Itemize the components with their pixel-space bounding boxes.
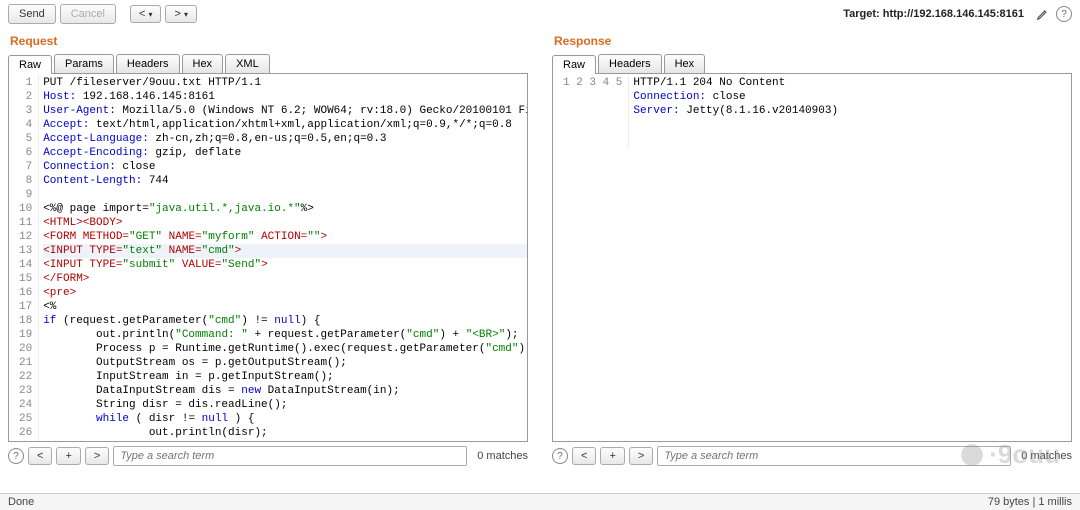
request-search-prev-button[interactable]: <	[28, 447, 52, 465]
request-title: Request	[8, 28, 528, 54]
response-search-input[interactable]	[657, 446, 1011, 466]
response-tab-hex[interactable]: Hex	[664, 54, 706, 73]
request-panel: Request RawParamsHeadersHexXML 1 2 3 4 5…	[0, 28, 536, 468]
response-tab-raw[interactable]: Raw	[552, 55, 596, 74]
request-tab-headers[interactable]: Headers	[116, 54, 180, 73]
request-search-row: ? < + > 0 matches	[8, 442, 528, 468]
response-tab-headers[interactable]: Headers	[598, 54, 662, 73]
request-tab-params[interactable]: Params	[54, 54, 114, 73]
response-viewer[interactable]: 1 2 3 4 5 HTTP/1.1 204 No Content Connec…	[552, 74, 1072, 442]
request-tab-raw[interactable]: Raw	[8, 55, 52, 74]
request-search-next-button[interactable]: >	[85, 447, 109, 465]
request-search-help-icon[interactable]: ?	[8, 448, 24, 464]
history-next-button[interactable]: > ▾	[165, 5, 197, 23]
status-right: 79 bytes | 1 millis	[988, 496, 1072, 508]
cancel-button[interactable]: Cancel	[60, 4, 116, 24]
status-left: Done	[8, 496, 34, 508]
request-search-input[interactable]	[113, 446, 467, 466]
send-button[interactable]: Send	[8, 4, 56, 24]
response-search-prev-button[interactable]: <	[572, 447, 596, 465]
status-bar: Done 79 bytes | 1 millis	[0, 493, 1080, 510]
request-editor[interactable]: 1 2 3 4 5 6 7 8 9 10 11 12 13 14 15 16 1…	[8, 74, 528, 442]
edit-target-icon[interactable]	[1034, 5, 1052, 23]
vertical-splitter[interactable]	[536, 28, 544, 468]
top-toolbar: Send Cancel < ▾ > ▾ Target: http://192.1…	[0, 0, 1080, 28]
response-search-help-icon[interactable]: ?	[552, 448, 568, 464]
history-prev-button[interactable]: < ▾	[130, 5, 162, 23]
help-icon[interactable]: ?	[1056, 6, 1072, 22]
response-tabs: RawHeadersHex	[552, 54, 1072, 74]
target-label: Target: http://192.168.146.145:8161	[843, 8, 1024, 20]
request-tab-xml[interactable]: XML	[225, 54, 270, 73]
response-search-next-button[interactable]: >	[629, 447, 653, 465]
response-matches-label: 0 matches	[1021, 450, 1072, 462]
response-title: Response	[552, 28, 1072, 54]
response-search-add-button[interactable]: +	[600, 447, 624, 465]
response-panel: Response RawHeadersHex 1 2 3 4 5 HTTP/1.…	[544, 28, 1080, 468]
request-search-add-button[interactable]: +	[56, 447, 80, 465]
request-tabs: RawParamsHeadersHexXML	[8, 54, 528, 74]
response-search-row: ? < + > 0 matches	[552, 442, 1072, 468]
request-matches-label: 0 matches	[477, 450, 528, 462]
request-tab-hex[interactable]: Hex	[182, 54, 224, 73]
